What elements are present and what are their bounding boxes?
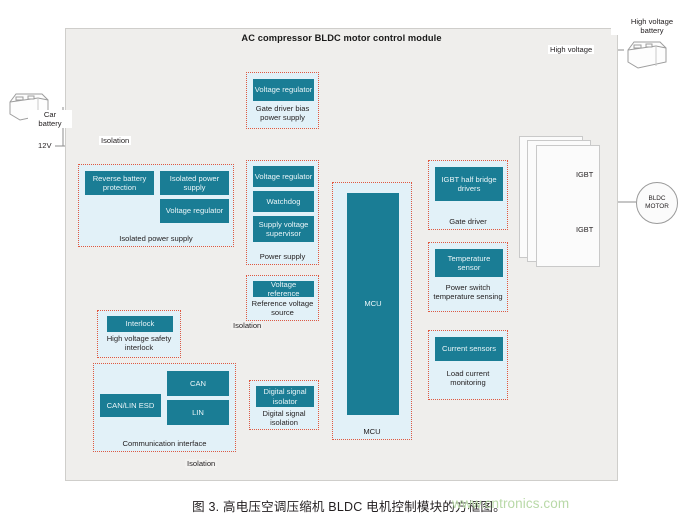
isolation-label-top: Isolation <box>99 136 132 145</box>
car-battery-label-line2: battery <box>28 119 72 128</box>
igbt-low-label: IGBT <box>576 225 594 234</box>
group-caption-isolated-power-supply: Isolated power supply <box>119 234 193 243</box>
group-mcu: MCU MCU <box>332 182 412 440</box>
motor-label-line1: BLDC <box>648 195 666 203</box>
group-caption-hv-safety-interlock: High voltage safety interlock <box>106 334 172 353</box>
block-voltage-regulator-iso[interactable]: Voltage regulator <box>160 199 229 223</box>
block-reverse-battery-protection[interactable]: Reverse battery protection <box>85 171 154 195</box>
block-voltage-regulator-bias[interactable]: Voltage regulator <box>253 79 314 101</box>
hv-battery-label-line1: High voltage <box>611 17 693 26</box>
block-lin[interactable]: LIN <box>167 400 229 425</box>
block-digital-signal-isolator[interactable]: Digital signal isolator <box>256 386 314 407</box>
group-caption-mcu: MCU <box>363 427 381 436</box>
diagram-canvas: AC compressor BLDC motor control module … <box>0 0 698 526</box>
group-hv-safety-interlock: Interlock High voltage safety interlock <box>97 310 181 358</box>
group-caption-communication-interface: Communication interface <box>122 439 207 448</box>
group-power-supply: Voltage regulator Watchdog Supply voltag… <box>246 160 319 265</box>
block-current-sensors[interactable]: Current sensors <box>435 337 503 361</box>
group-load-current-monitoring: Current sensors Load current monitoring <box>428 330 508 400</box>
group-digital-signal-isolation: Digital signal isolator Digital signal i… <box>249 380 319 430</box>
high-voltage-rail-label: High voltage <box>548 45 595 54</box>
group-caption-power-supply: Power supply <box>259 252 306 261</box>
igbt-high-label: IGBT <box>576 170 594 179</box>
group-caption-digital-signal-isolation: Digital signal isolation <box>262 409 306 428</box>
group-caption-gate-driver-bias: Gate driver bias power supply <box>255 104 310 123</box>
group-gate-driver: IGBT half bridge drivers Gate driver <box>428 160 508 230</box>
block-voltage-regulator-ps[interactable]: Voltage regulator <box>253 166 314 187</box>
group-caption-power-switch-temperature: Power switch temperature sensing <box>433 283 503 302</box>
block-isolated-power-supply[interactable]: Isolated power supply <box>160 171 229 195</box>
block-igbt-half-bridge-drivers[interactable]: IGBT half bridge drivers <box>435 167 503 201</box>
car-battery-label-line1: Car <box>28 110 72 119</box>
group-gate-driver-bias: Voltage regulator Gate driver bias power… <box>246 72 319 129</box>
supply-voltage-label: 12V <box>36 141 54 150</box>
inverter-card-front <box>536 145 600 267</box>
group-caption-load-current-monitoring: Load current monitoring <box>446 369 490 388</box>
bldc-motor-node: BLDC MOTOR <box>636 182 678 224</box>
block-voltage-reference[interactable]: Voltage reference <box>253 280 314 298</box>
watermark: www.cntronics.com <box>452 496 570 511</box>
group-isolated-power-supply: Reverse battery protection Isolated powe… <box>78 164 234 247</box>
block-interlock[interactable]: Interlock <box>107 316 173 332</box>
block-supply-voltage-supervisor[interactable]: Supply voltage supervisor <box>253 216 314 242</box>
isolation-label-middle: Isolation <box>231 321 264 330</box>
block-can-lin-esd[interactable]: CAN/LIN ESD <box>100 394 161 417</box>
block-mcu[interactable]: MCU <box>347 193 399 415</box>
group-caption-gate-driver: Gate driver <box>449 217 487 226</box>
block-can[interactable]: CAN <box>167 371 229 396</box>
block-temperature-sensor[interactable]: Temperature sensor <box>435 249 503 277</box>
figure-caption: 图 3. 高电压空调压缩机 BLDC 电机控制模块的方框图。 <box>192 500 506 514</box>
hv-battery-label-line2: battery <box>611 26 693 35</box>
block-watchdog[interactable]: Watchdog <box>253 191 314 212</box>
group-power-switch-temperature: Temperature sensor Power switch temperat… <box>428 242 508 312</box>
group-reference-voltage: Voltage reference Reference voltage sour… <box>246 275 319 321</box>
group-communication-interface: CAN/LIN ESD CAN LIN Communication interf… <box>93 363 236 452</box>
isolation-label-bottom: Isolation <box>185 459 218 468</box>
motor-label-line2: MOTOR <box>645 203 669 210</box>
group-caption-reference-voltage: Reference voltage source <box>251 299 314 318</box>
module-title: AC compressor BLDC motor control module <box>241 33 442 43</box>
